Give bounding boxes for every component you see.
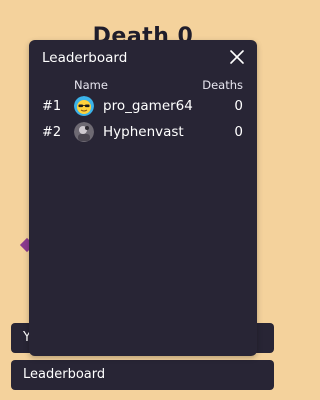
column-header-name: Name — [74, 78, 108, 92]
player-name: Hyphenvast — [103, 124, 184, 140]
close-button[interactable] — [228, 48, 246, 66]
rank-label: #2 — [42, 125, 62, 140]
leaderboard-row: #2 Hyphenvast 0 — [29, 122, 257, 144]
rank-label: #1 — [42, 99, 62, 114]
close-icon — [230, 50, 244, 64]
player-name: pro_gamer64 — [103, 98, 193, 114]
leaderboard-button-label: Leaderboard — [23, 367, 106, 382]
leaderboard-row: #1 pro_gamer64 0 — [29, 96, 257, 118]
column-header-deaths: Deaths — [202, 78, 243, 92]
leaderboard-button[interactable]: Leaderboard — [11, 360, 274, 390]
modal-title: Leaderboard — [42, 50, 128, 66]
player-deaths: 0 — [234, 98, 243, 114]
photo-avatar — [74, 122, 94, 142]
leaderboard-modal: Leaderboard Name Deaths #1 pro_gamer64 0… — [29, 40, 257, 356]
player-deaths: 0 — [234, 124, 243, 140]
emoji-sunglasses-avatar — [74, 96, 94, 116]
